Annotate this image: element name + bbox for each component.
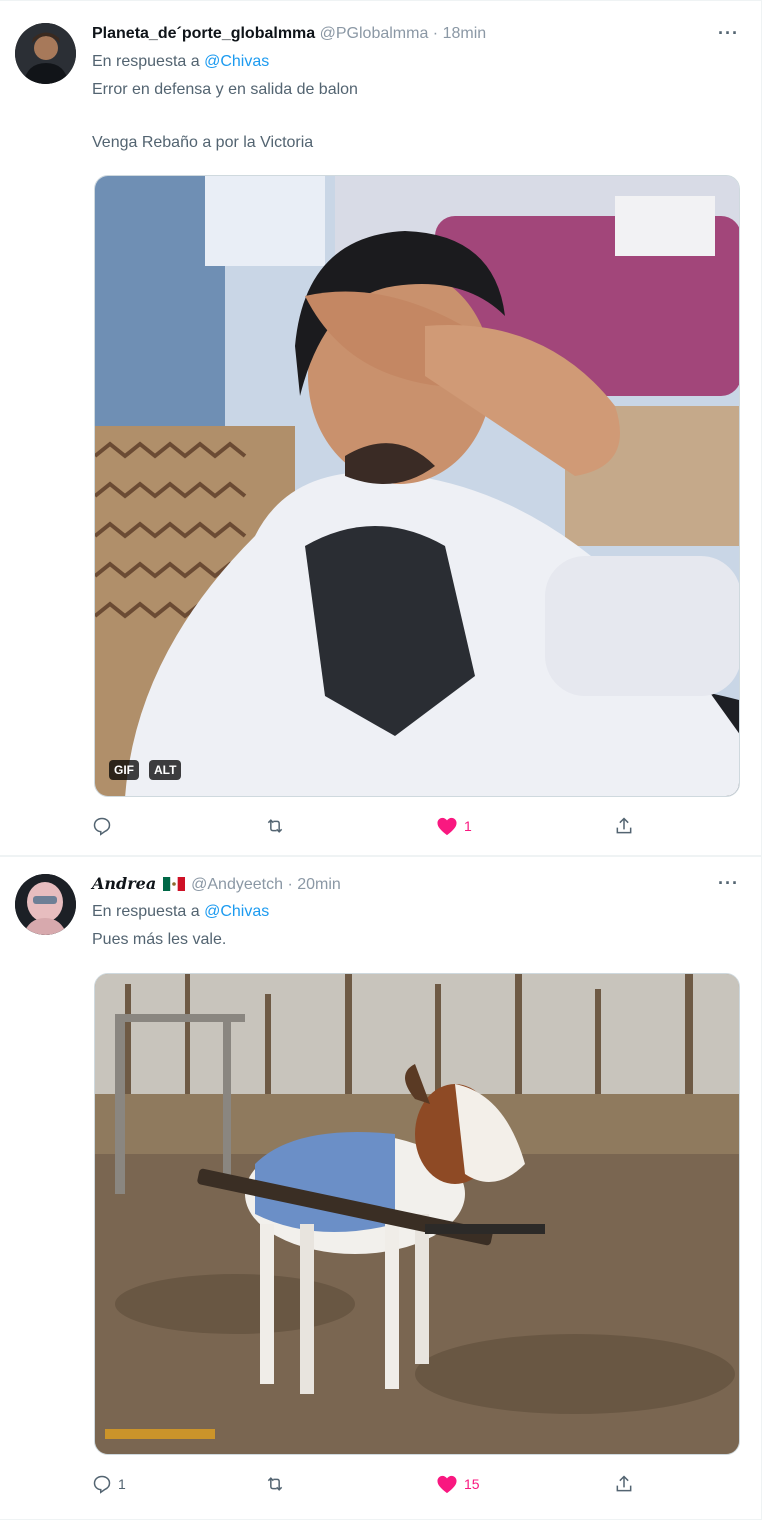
reply-prefix: En respuesta a <box>92 903 200 920</box>
separator: · <box>287 876 293 893</box>
retweet-icon <box>264 816 286 836</box>
gif-image <box>95 176 739 796</box>
share-icon <box>614 1474 634 1494</box>
like-button[interactable]: 1 <box>436 816 472 836</box>
action-bar: 1 <box>92 816 652 842</box>
gif-media[interactable] <box>94 973 740 1455</box>
gif-media[interactable]: GIF ALT <box>94 175 740 797</box>
more-options-button[interactable]: ··· <box>718 873 739 894</box>
like-button[interactable]: 15 <box>436 1474 480 1494</box>
reply-context: En respuesta a @Chivas <box>92 52 269 72</box>
timestamp[interactable]: 18min <box>443 25 487 42</box>
avatar[interactable] <box>15 874 76 935</box>
tweet-text-line-1: Error en defensa y en salida de balon <box>92 81 358 98</box>
separator: · <box>432 25 439 42</box>
more-options-button[interactable]: ··· <box>718 23 739 44</box>
handle[interactable]: @Andyeetch <box>191 876 283 893</box>
timestamp[interactable]: 20min <box>297 876 341 893</box>
alt-badge[interactable]: ALT <box>149 760 182 780</box>
more-horizontal-icon: ··· <box>718 873 739 893</box>
reply-icon <box>92 816 112 836</box>
like-count: 1 <box>464 818 472 834</box>
display-name[interactable]: Planeta_de´porte_globalmma <box>92 25 315 42</box>
mention-link[interactable]: @Chivas <box>204 903 269 920</box>
heart-icon <box>436 1474 458 1494</box>
share-button[interactable] <box>614 816 634 836</box>
tweet-header: Planeta_de´porte_globalmma @PGlobalmma ·… <box>92 24 486 44</box>
like-count: 15 <box>464 1476 480 1492</box>
retweet-icon <box>264 1474 286 1494</box>
more-horizontal-icon: ··· <box>718 23 739 43</box>
reply-count: 1 <box>118 1476 126 1492</box>
tweet-1[interactable]: Planeta_de´porte_globalmma @PGlobalmma ·… <box>0 0 762 856</box>
avatar[interactable] <box>15 23 76 84</box>
handle[interactable]: @PGlobalmma <box>320 25 429 42</box>
share-button[interactable] <box>614 1474 634 1494</box>
share-icon <box>614 816 634 836</box>
goat-image <box>95 974 739 1454</box>
tweet-text-line-1: Pues más les vale. <box>92 931 227 948</box>
tweet-header: Andrea @Andyeetch · 20min <box>92 874 341 895</box>
reply-button[interactable]: 1 <box>92 1474 126 1494</box>
reply-prefix: En respuesta a <box>92 53 200 70</box>
action-bar: 1 15 <box>92 1474 652 1500</box>
tweet-2[interactable]: Andrea @Andyeetch · 20min ··· En respues… <box>0 856 762 1520</box>
reply-button[interactable] <box>92 816 118 836</box>
reply-icon <box>92 1474 112 1494</box>
retweet-button[interactable] <box>264 816 292 836</box>
mention-link[interactable]: @Chivas <box>204 53 269 70</box>
mexico-flag-icon <box>162 877 185 891</box>
gif-badge[interactable]: GIF <box>109 760 139 780</box>
tweet-text-line-2: Venga Rebaño a por la Victoria <box>92 134 314 151</box>
retweet-button[interactable] <box>264 1474 292 1494</box>
reply-context: En respuesta a @Chivas <box>92 902 269 922</box>
heart-icon <box>436 816 458 836</box>
display-name[interactable]: Andrea <box>92 874 156 893</box>
